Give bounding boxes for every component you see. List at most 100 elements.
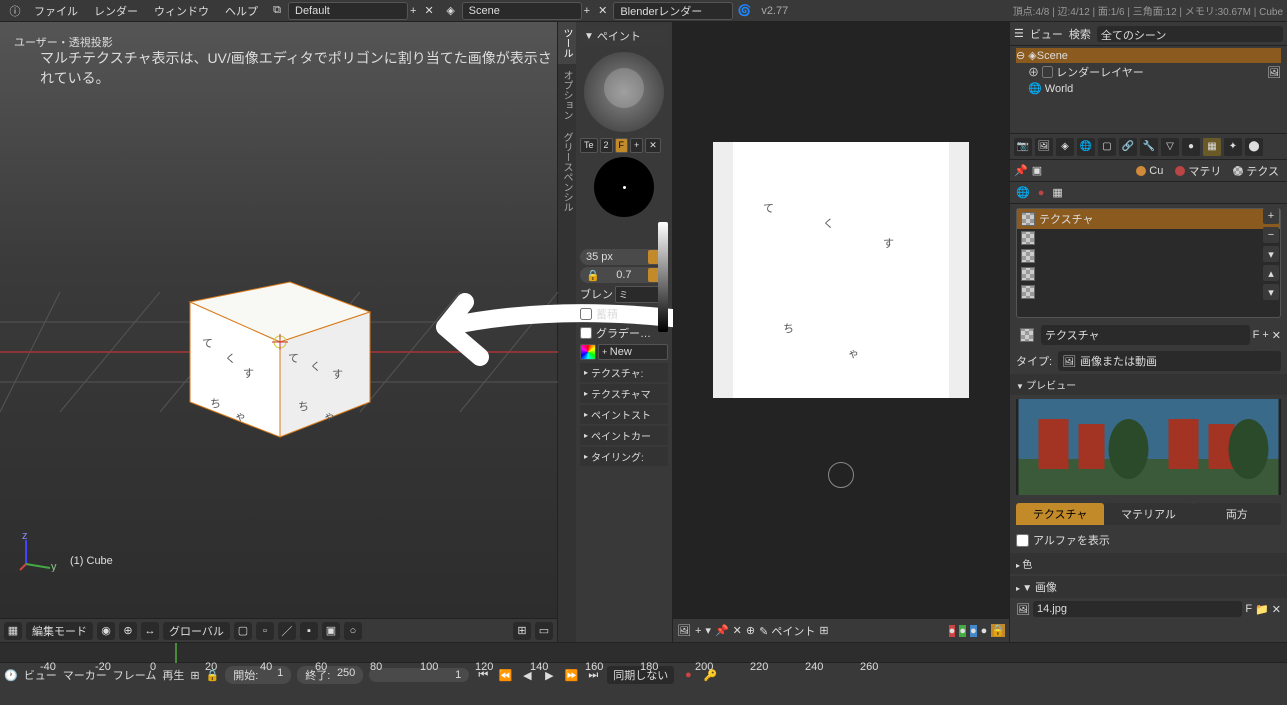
mode-selector[interactable]: 編集モード: [26, 622, 93, 640]
end-frame-field[interactable]: 終了:250: [297, 666, 363, 684]
texture-slot-list[interactable]: テクスチャ☑: [1016, 208, 1281, 318]
menu-help[interactable]: ヘルプ: [225, 3, 258, 19]
sel-vert-icon[interactable]: ▫: [256, 622, 274, 640]
menu-render[interactable]: レンダー: [94, 3, 138, 19]
radius-field[interactable]: 35 px: [580, 249, 668, 265]
image-canvas[interactable]: てくす ちゃ: [673, 22, 1009, 618]
autokey-button[interactable]: ●: [680, 667, 696, 683]
strength-gradient[interactable]: [658, 222, 668, 332]
prop-texture-icon[interactable]: ▦: [1203, 138, 1221, 156]
cube-mesh[interactable]: てくす ちゃ てくす ちゃ: [180, 262, 380, 442]
ctx-brush-icon[interactable]: ▦: [1052, 186, 1062, 199]
tab-both[interactable]: 両方: [1193, 503, 1281, 525]
outliner-tree[interactable]: ⊖ ◈ Scene ⊕ ▢ レンダーレイヤー🖼 🌐 World: [1010, 46, 1287, 98]
prop-layers-icon[interactable]: 🖼: [1035, 138, 1053, 156]
strength-field[interactable]: 🔒0.7: [580, 267, 668, 283]
uv-snap-icon[interactable]: ⊞: [819, 624, 828, 637]
brush-remove-button[interactable]: ✕: [645, 138, 661, 153]
ctx-tab-object[interactable]: Cu: [1132, 164, 1167, 178]
channel-rgb-icon[interactable]: ●: [959, 625, 966, 637]
timeline-cursor[interactable]: [175, 643, 177, 663]
prop-object-icon[interactable]: ▢: [1098, 138, 1116, 156]
lock-icon[interactable]: 🔒: [991, 624, 1005, 637]
tl-menu-playback[interactable]: 再生: [162, 667, 184, 683]
img-add-button[interactable]: +: [695, 625, 701, 637]
texture-preview[interactable]: [1016, 399, 1281, 495]
brush-preview-large[interactable]: [584, 52, 664, 132]
texture-slot-0[interactable]: テクスチャ☑: [1017, 209, 1280, 229]
ctx-world-icon[interactable]: 🌐: [1016, 186, 1030, 199]
ctx-tab-material[interactable]: マテリ: [1171, 162, 1225, 180]
limit-select-icon[interactable]: ▣: [322, 622, 340, 640]
prop-world-icon[interactable]: 🌐: [1077, 138, 1095, 156]
texture-slot-1[interactable]: [1017, 229, 1280, 247]
brush-preview-small[interactable]: [594, 157, 654, 217]
outliner-item-scene[interactable]: ⊖ ◈ Scene: [1016, 48, 1281, 63]
channel-rgba-icon[interactable]: ●: [949, 625, 956, 637]
texture-type-selector[interactable]: 🖼 画像または動画: [1058, 351, 1281, 371]
new-button[interactable]: + New: [598, 344, 668, 360]
ctx-tab-texture[interactable]: テクス: [1229, 162, 1283, 180]
pivot-icon[interactable]: ⊕: [119, 622, 137, 640]
orientation-selector[interactable]: グローバル: [163, 622, 230, 640]
show-alpha-checkbox[interactable]: [1016, 534, 1029, 547]
accumulate-checkbox[interactable]: [580, 308, 592, 320]
scene-icon[interactable]: ◈: [443, 3, 459, 19]
editor-type-icon[interactable]: 🕐: [4, 669, 18, 682]
image-open-button[interactable]: 📁: [1255, 603, 1269, 616]
tab-tools[interactable]: ツール: [558, 22, 576, 64]
manipulator-icon[interactable]: ↔: [141, 622, 159, 640]
sel-edge-icon[interactable]: ／: [278, 622, 296, 640]
render-engine-selector[interactable]: Blenderレンダー: [613, 2, 733, 20]
prop-scene-icon[interactable]: ◈: [1056, 138, 1074, 156]
prop-data-icon[interactable]: ▽: [1161, 138, 1179, 156]
blender-icon[interactable]: ⓘ: [7, 3, 23, 19]
editor-type-icon[interactable]: ☰: [1014, 27, 1024, 40]
prop-material-icon[interactable]: ●: [1182, 138, 1200, 156]
3d-viewport[interactable]: ユーザー・透視投影 マルチテクスチャ表示は、UV/画像エディタでポリゴンに割り当…: [0, 22, 558, 642]
img-remove-button[interactable]: ✕: [733, 624, 742, 637]
ctx-material-icon[interactable]: ●: [1038, 187, 1045, 199]
tl-range-icon[interactable]: ⊞: [190, 669, 199, 682]
outliner-item-renderlayers[interactable]: ⊕ ▢ レンダーレイヤー🖼: [1016, 63, 1281, 81]
brush-tex-button[interactable]: Te: [580, 138, 598, 153]
sub-curve[interactable]: ペイントカー: [580, 426, 668, 445]
texture-slot-3[interactable]: [1017, 265, 1280, 283]
tab-texture[interactable]: テクスチャ: [1016, 503, 1104, 525]
sub-texture[interactable]: テクスチャ:: [580, 363, 668, 382]
render-border-icon[interactable]: ▭: [535, 622, 553, 640]
brush-users[interactable]: 2: [600, 138, 613, 153]
start-frame-field[interactable]: 開始:1: [225, 666, 291, 684]
outliner-item-world[interactable]: 🌐 World: [1016, 81, 1281, 96]
prop-render-icon[interactable]: 📷: [1014, 138, 1032, 156]
prop-particle-icon[interactable]: ✦: [1224, 138, 1242, 156]
add-scene-button[interactable]: +: [584, 5, 590, 17]
gradient-checkbox[interactable]: [580, 327, 592, 339]
sel-face-icon[interactable]: ▪: [300, 622, 318, 640]
img-pin-button[interactable]: 📌: [715, 624, 729, 637]
sub-tiling[interactable]: タイリング:: [580, 447, 668, 466]
texture-slot-4[interactable]: [1017, 283, 1280, 301]
outliner-filter-selector[interactable]: 全てのシーン: [1097, 26, 1283, 42]
editor-type-icon[interactable]: ▦: [4, 622, 22, 640]
image-mode-selector[interactable]: ✎ ペイント: [759, 623, 815, 639]
image-unlink-button[interactable]: ✕: [1272, 603, 1281, 616]
fake-user-button[interactable]: F: [1253, 329, 1260, 341]
tab-gpencil[interactable]: グリースペンシル: [558, 126, 576, 218]
color-panel-header[interactable]: 色: [1010, 553, 1287, 574]
pin-icon[interactable]: 📌: [1014, 164, 1028, 177]
prop-constraint-icon[interactable]: 🔗: [1119, 138, 1137, 156]
slot-up-button[interactable]: ▴: [1263, 265, 1279, 281]
channel-z-icon[interactable]: ●: [981, 625, 988, 637]
context-object-icon[interactable]: ▣: [1032, 164, 1042, 177]
color-picker-icon[interactable]: [580, 344, 596, 360]
sub-texmask[interactable]: テクスチャマ: [580, 384, 668, 403]
prev-keyframe-button[interactable]: ⏪: [497, 667, 513, 683]
snap-icon[interactable]: ⊞: [513, 622, 531, 640]
brush-add-button[interactable]: +: [630, 138, 643, 153]
slot-menu-button[interactable]: ▾: [1263, 246, 1279, 262]
preview-panel-header[interactable]: プレビュー: [1010, 374, 1287, 395]
image-name-field[interactable]: 14.jpg: [1033, 601, 1242, 617]
image-fake-user[interactable]: F: [1245, 603, 1252, 615]
channel-alpha-icon[interactable]: ●: [970, 625, 977, 637]
